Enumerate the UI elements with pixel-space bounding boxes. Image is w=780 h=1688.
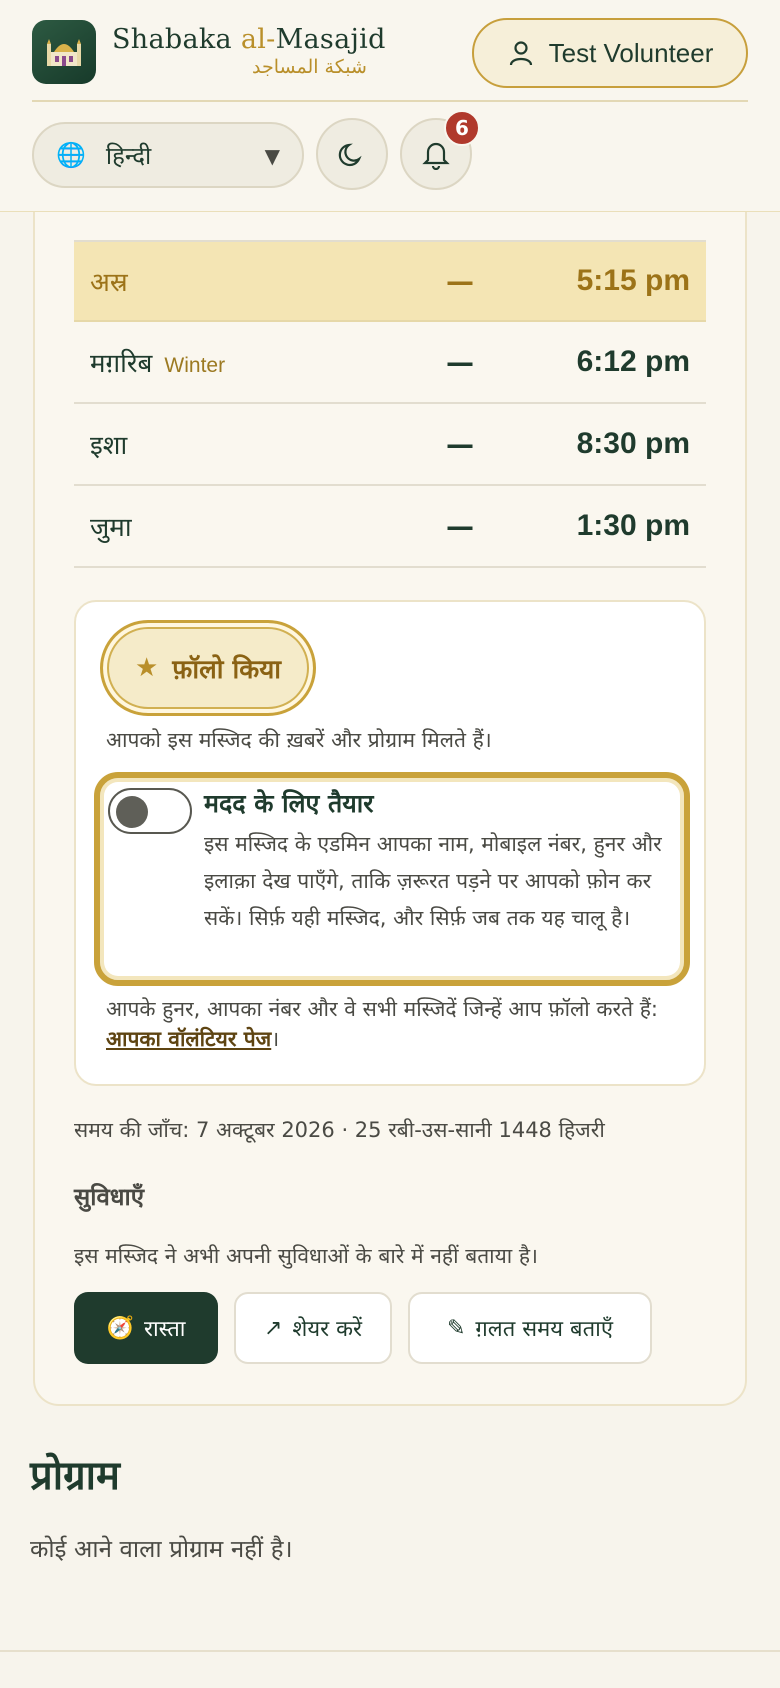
directions-label: रास्ता xyxy=(143,1317,186,1342)
volunteer-page-link[interactable]: आपका वॉलंटियर पेज xyxy=(106,1027,271,1051)
prayer-iqama: — xyxy=(446,345,474,379)
prayer-row-maghrib: मग़रिब Winter — 6:12 pm xyxy=(74,322,706,404)
star-icon: ★ xyxy=(134,653,159,683)
programs-empty-text: कोई आने वाला प्रोग्राम नहीं है। xyxy=(30,1535,293,1563)
prayer-iqama: — xyxy=(446,427,474,461)
volunteer-help-option[interactable]: मदद के लिए तैयार इस मस्जिद के एडमिन आपका… xyxy=(94,772,690,986)
toggle-knob xyxy=(116,796,148,828)
prayer-name: इशा xyxy=(90,431,128,461)
follow-panel: ★ फ़ॉलो किया आपको इस मस्जिद की ख़बरें और… xyxy=(74,600,706,1086)
mosque-icon[interactable] xyxy=(32,20,96,84)
prayer-iqama: — xyxy=(446,509,474,543)
help-title: मदद के लिए तैयार xyxy=(204,789,374,818)
times-checked-date: समय की जाँच: 7 अक्टूबर 2026 · 25 रबी-उस-… xyxy=(74,1118,605,1142)
share-button[interactable]: ↗ शेयर करें xyxy=(234,1292,392,1364)
header-divider xyxy=(32,100,748,102)
theme-toggle-button[interactable] xyxy=(316,118,388,190)
facilities-text: इस मस्जिद ने अभी अपनी सुविधाओं के बारे म… xyxy=(74,1244,539,1268)
prayer-time: 6:12 pm xyxy=(576,345,690,378)
bell-icon xyxy=(422,142,450,170)
prayer-name: मग़रिब Winter xyxy=(90,349,226,379)
prayer-iqama: — xyxy=(446,264,474,298)
brand-subtitle: شبكة المساجد xyxy=(252,56,367,78)
follow-button[interactable]: ★ फ़ॉलो किया xyxy=(100,620,316,716)
prayer-row-asr: अस्र — 5:15 pm xyxy=(74,240,706,322)
prayer-time: 1:30 pm xyxy=(576,509,690,542)
moon-icon xyxy=(338,143,362,167)
globe-icon: 🌐 xyxy=(56,141,86,169)
help-description: इस मस्जिद के एडमिन आपका नाम, मोबाइल नंबर… xyxy=(204,832,662,930)
share-arrow-icon: ↗ xyxy=(263,1315,283,1341)
share-label: शेयर करें xyxy=(292,1317,363,1342)
prayer-row-isha: इशा — 8:30 pm xyxy=(74,404,706,486)
help-toggle[interactable] xyxy=(108,788,192,834)
prayer-times-table: अस्र — 5:15 pm मग़रिब Winter — 6:12 pm इश… xyxy=(74,240,706,568)
pencil-icon: ✎ xyxy=(446,1315,466,1341)
compass-icon: 🧭 xyxy=(106,1315,134,1341)
prayer-name: अस्र xyxy=(90,268,128,298)
footer-divider xyxy=(0,1650,780,1652)
report-label: ग़लत समय बताएँ xyxy=(475,1317,614,1342)
chevron-down-icon: ▼ xyxy=(264,144,280,168)
prayer-time: 5:15 pm xyxy=(576,264,690,297)
user-name: Test Volunteer xyxy=(548,37,714,68)
follow-button-label: फ़ॉलो किया xyxy=(172,655,282,685)
prayer-row-jumua: जुमा — 1:30 pm xyxy=(74,486,706,568)
language-value: हिन्दी xyxy=(105,141,152,170)
brand-name: Shabaka al-Masajid xyxy=(112,24,386,55)
app-header: Shabaka al-Masajid شبكة المساجد Test Vol… xyxy=(0,0,780,212)
volunteer-note: आपके हुनर, आपका नंबर और वे सभी मस्जिदें … xyxy=(106,997,658,1051)
follow-note: आपको इस मस्जिद की ख़बरें और प्रोग्राम मि… xyxy=(106,728,492,752)
facilities-heading: सुविधाएँ xyxy=(74,1183,145,1211)
prayer-time: 8:30 pm xyxy=(576,427,690,460)
report-wrong-time-button[interactable]: ✎ ग़लत समय बताएँ xyxy=(408,1292,652,1364)
user-profile-button[interactable]: Test Volunteer xyxy=(472,18,748,88)
prayer-season-label: Winter xyxy=(164,354,226,377)
notification-badge: 6 xyxy=(444,110,480,146)
brand-row: Shabaka al-Masajid شبكة المساجد Test Vol… xyxy=(32,18,748,98)
user-icon xyxy=(509,41,532,66)
prayer-name: जुमा xyxy=(90,513,132,543)
directions-button[interactable]: 🧭 रास्ता xyxy=(74,1292,218,1364)
language-select[interactable]: 🌐 हिन्दी ▼ xyxy=(32,122,304,188)
programs-heading: प्रोग्राम xyxy=(30,1453,120,1499)
